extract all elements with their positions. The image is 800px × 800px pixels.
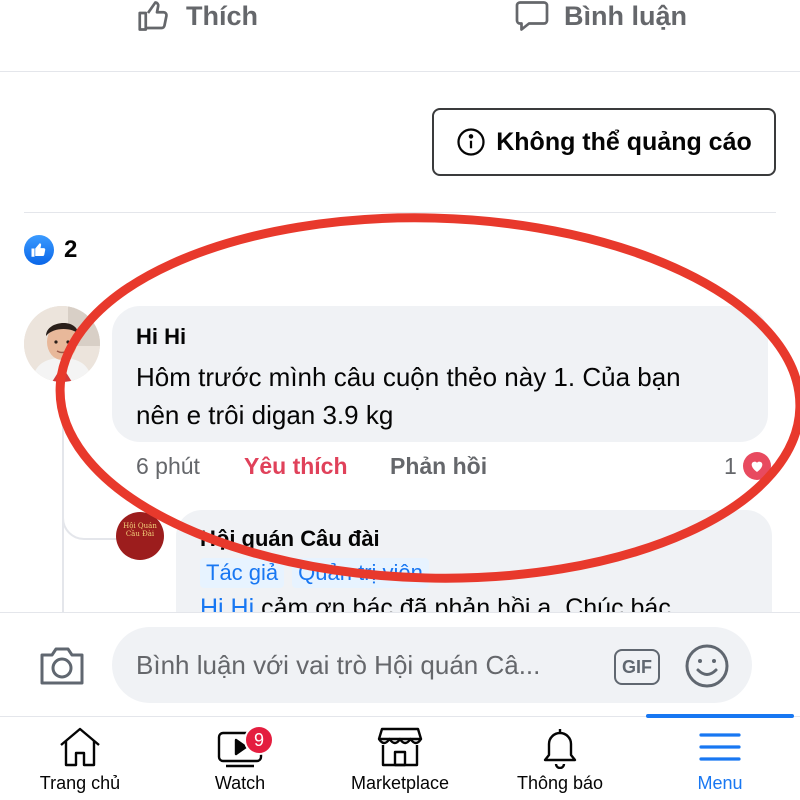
like-reaction-icon xyxy=(24,235,54,265)
gif-label: GIF xyxy=(622,656,652,677)
author-badge: Tác giả xyxy=(200,558,285,588)
gif-button[interactable]: GIF xyxy=(614,649,660,685)
thumbs-up-icon xyxy=(138,1,168,31)
divider xyxy=(24,212,776,213)
user-avatar-image xyxy=(24,306,100,382)
page-avatar[interactable]: Hội Quán Câu Đài xyxy=(116,512,164,560)
reactions-summary[interactable]: 2 xyxy=(24,235,77,265)
nav-watch[interactable]: 9 Watch xyxy=(160,717,320,800)
reply-author[interactable]: Hội quán Câu đài xyxy=(200,526,748,552)
love-reaction-link[interactable]: Yêu thích xyxy=(244,453,390,480)
comment-time[interactable]: 6 phút xyxy=(136,453,244,480)
like-label: Thích xyxy=(186,0,258,31)
camera-icon[interactable] xyxy=(38,643,86,687)
info-icon xyxy=(457,128,485,156)
like-button[interactable]: Thích xyxy=(136,0,258,36)
thread-connector xyxy=(62,470,118,540)
nav-marketplace-label: Marketplace xyxy=(350,773,450,793)
nav-watch-label: Watch xyxy=(214,773,266,793)
ad-button-label: Không thể quảng cáo xyxy=(496,127,752,156)
comment-text-line: Hôm trước mình câu cuộn thẻo này 1. Của … xyxy=(136,362,681,392)
bell-icon xyxy=(543,729,577,769)
nav-notifications[interactable]: Thông báo xyxy=(480,717,640,800)
home-icon xyxy=(60,727,100,767)
avatar[interactable] xyxy=(24,306,100,382)
store-icon xyxy=(377,727,423,767)
comment-button[interactable]: Bình luận xyxy=(514,0,687,36)
cannot-advertise-button[interactable]: Không thể quảng cáo xyxy=(432,108,776,176)
comment-author[interactable]: Hi Hi xyxy=(136,324,744,350)
nav-home-label: Trang chủ xyxy=(39,773,121,793)
post-action-bar: Thích Bình luận xyxy=(0,0,800,72)
nav-marketplace[interactable]: Marketplace xyxy=(320,717,480,800)
nav-home[interactable]: Trang chủ xyxy=(0,717,160,800)
notification-badge: 9 xyxy=(244,725,274,755)
nav-menu[interactable]: Menu xyxy=(640,717,800,800)
reply-link[interactable]: Phản hồi xyxy=(390,453,487,480)
comment-reaction-number: 1 xyxy=(724,452,737,479)
comment-bubble[interactable]: Hi Hi Hôm trước mình câu cuộn thẻo này 1… xyxy=(112,306,768,442)
heart-icon xyxy=(742,452,771,480)
emoji-icon[interactable] xyxy=(684,643,730,689)
author-badges: Tác giả Quản trị viên xyxy=(200,558,748,588)
comment-label: Bình luận xyxy=(564,0,687,31)
comment-composer: GIF xyxy=(0,612,800,716)
comment-text-line: nên e trôi digan 3.9 kg xyxy=(136,400,394,430)
page-avatar-text: Hội Quán Câu Đài xyxy=(123,522,157,538)
reaction-count: 2 xyxy=(64,236,78,263)
speech-bubble-icon xyxy=(515,1,549,31)
nav-notifications-label: Thông báo xyxy=(516,773,604,793)
nav-menu-label: Menu xyxy=(697,773,743,793)
hamburger-menu-icon xyxy=(699,733,741,761)
admin-badge: Quản trị viên xyxy=(292,558,429,588)
comment-meta: 6 phút Yêu thích Phản hồi xyxy=(136,450,487,482)
bottom-navigation: Trang chủ 9 Watch Marketplace Thông báo xyxy=(0,714,800,800)
comment-reaction-count[interactable]: 1 xyxy=(724,450,771,482)
comment-text: Hôm trước mình câu cuộn thẻo này 1. Của … xyxy=(136,358,744,434)
